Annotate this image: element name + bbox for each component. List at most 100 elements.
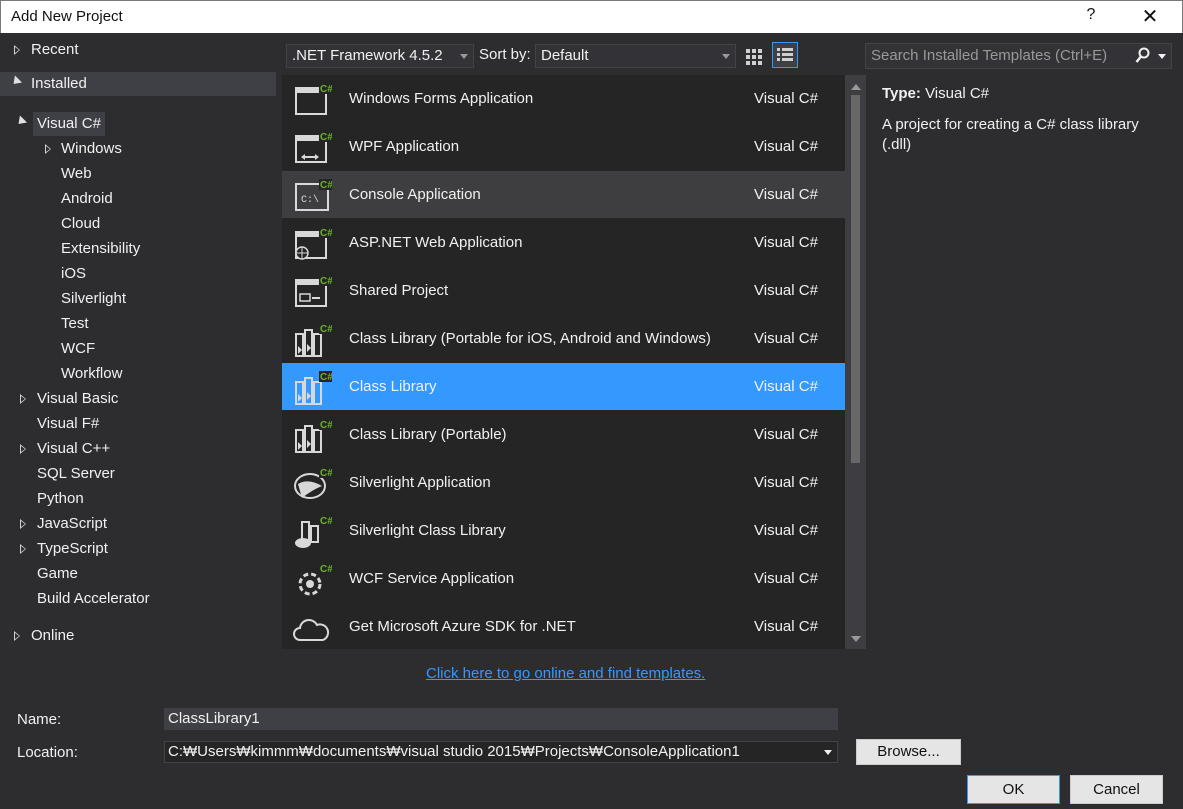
tree-item-typescript[interactable]: TypeScript [0,537,276,561]
tree-item-python[interactable]: Python [37,487,84,511]
chevron-down-icon[interactable] [824,750,832,755]
template-name: Class Library [349,378,437,395]
scroll-thumb[interactable] [851,95,860,463]
tree-item-visual-fsharp[interactable]: Visual F# [37,412,99,436]
find-templates-online-link[interactable]: Click here to go online and find templat… [426,665,705,682]
shared-project-icon: C# [292,274,332,308]
location-input[interactable]: C:₩Users₩kimmm₩documents₩visual studio 2… [164,741,838,763]
list-scrollbar[interactable] [845,75,866,649]
template-name: Class Library (Portable for iOS, Android… [349,330,711,347]
expand-arrow-icon[interactable] [20,394,26,404]
window-title: Add New Project [11,8,123,25]
list-view-icon [777,48,793,61]
tree-item-wcf[interactable]: WCF [61,337,95,361]
type-label: Type: [882,85,921,102]
template-language: Visual C# [754,474,818,491]
template-description: A project for creating a C# class librar… [882,116,1139,153]
tree-item-extensibility[interactable]: Extensibility [61,237,140,261]
template-row[interactable]: C# Silverlight Application Visual C# [282,459,845,506]
class-library-icon: C# [292,370,332,405]
small-icons-view-button[interactable] [741,43,767,69]
project-name-input[interactable]: ClassLibrary1 [164,708,838,730]
tree-item-android[interactable]: Android [61,187,113,211]
template-list: C# Windows Forms Application Visual C# C# WP… [282,75,866,649]
svg-text:C#: C# [320,420,332,431]
template-language: Visual C# [754,330,818,347]
svg-text:C#: C# [320,132,332,143]
scroll-down-arrow-icon[interactable] [851,636,861,642]
template-row[interactable]: C# Windows Forms Application Visual C# [282,75,845,122]
cancel-button[interactable]: Cancel [1070,775,1163,804]
silverlight-icon: C# [292,466,332,500]
template-row[interactable]: C# ASP.NET Web Application Visual C# [282,219,845,266]
template-name: WCF Service Application [349,570,515,587]
expand-arrow-icon[interactable] [20,444,26,454]
wcf-icon: C# [292,562,332,596]
tree-item-test[interactable]: Test [61,312,89,336]
search-icon[interactable] [1135,47,1151,65]
search-options-dropdown-icon[interactable] [1158,54,1166,59]
tree-item-recent[interactable]: Recent [0,38,276,62]
template-name: Class Library (Portable) [349,426,507,443]
tree-item-visual-cpp[interactable]: Visual C++ [0,437,276,461]
template-row[interactable]: C# WCF Service Application Visual C# [282,555,845,602]
tree-item-silverlight[interactable]: Silverlight [61,287,126,311]
template-name: Shared Project [349,282,449,299]
list-view-button[interactable] [772,42,798,68]
collapse-arrow-icon[interactable] [14,115,28,128]
tree-item-sql-server[interactable]: SQL Server [37,462,115,486]
tree-item-installed[interactable]: Installed [0,72,276,96]
expand-arrow-icon[interactable] [45,144,51,154]
template-name: Console Application [349,186,481,203]
expand-arrow-icon[interactable] [20,544,26,554]
windows-forms-icon: C# [292,82,332,116]
template-row[interactable]: Get Microsoft Azure SDK for .NET Visual C… [282,603,845,649]
class-library-icon: C# [292,322,332,357]
template-row[interactable]: C# WPF Application Visual C# [282,123,845,170]
title-bar: Add New Project ? ✕ [0,0,1183,33]
template-row[interactable]: C:\ C# Console Application Visual C# [282,171,845,218]
close-button[interactable]: ✕ [1132,4,1168,30]
template-row[interactable]: C# Class Library Visual C# [282,363,845,410]
expand-arrow-icon[interactable] [20,519,26,529]
framework-select[interactable]: .NET Framework 4.5.2 [286,44,474,68]
location-label: Location: [17,744,78,761]
tree-item-web[interactable]: Web [61,162,92,186]
tree-item-visual-csharp[interactable]: Visual C# [0,112,276,136]
template-language: Visual C# [754,186,818,203]
svg-text:C#: C# [320,564,332,575]
tree-item-cloud[interactable]: Cloud [61,212,100,236]
template-language: Visual C# [754,426,818,443]
tree-item-visual-basic[interactable]: Visual Basic [0,387,276,411]
search-templates-input[interactable]: Search Installed Templates (Ctrl+E) [865,43,1172,69]
tree-item-workflow[interactable]: Workflow [61,362,122,386]
help-button[interactable]: ? [1081,6,1101,24]
template-language: Visual C# [754,234,818,251]
template-row[interactable]: C# Class Library (Portable) Visual C# [282,411,845,458]
tree-item-ios[interactable]: iOS [61,262,86,286]
sort-select[interactable]: Default [535,44,736,68]
svg-text:C#: C# [320,84,332,95]
type-value: Visual C# [925,85,990,102]
ok-button[interactable]: OK [967,775,1060,804]
collapse-arrow-icon[interactable] [9,75,23,88]
template-row[interactable]: C# Silverlight Class Library Visual C# [282,507,845,554]
template-name: Get Microsoft Azure SDK for .NET [349,618,576,635]
expand-arrow-icon[interactable] [14,631,20,641]
class-library-icon: C# [292,418,332,453]
chevron-down-icon [460,54,468,59]
expand-arrow-icon[interactable] [14,45,20,55]
tree-item-online[interactable]: Online [0,624,276,648]
tree-item-javascript[interactable]: JavaScript [0,512,276,536]
scroll-up-arrow-icon[interactable] [851,84,861,90]
chevron-down-icon [722,54,730,59]
svg-text:C#: C# [320,372,332,383]
template-row[interactable]: C# Shared Project Visual C# [282,267,845,314]
tree-item-build-accelerator[interactable]: Build Accelerator [37,587,150,611]
browse-button[interactable]: Browse... [856,739,961,765]
svg-text:C#: C# [320,324,332,335]
template-row[interactable]: C# Class Library (Portable for iOS, Andro… [282,315,845,362]
template-name: Silverlight Application [349,474,491,491]
tree-item-windows[interactable]: Windows [0,137,276,161]
tree-item-game[interactable]: Game [37,562,78,586]
